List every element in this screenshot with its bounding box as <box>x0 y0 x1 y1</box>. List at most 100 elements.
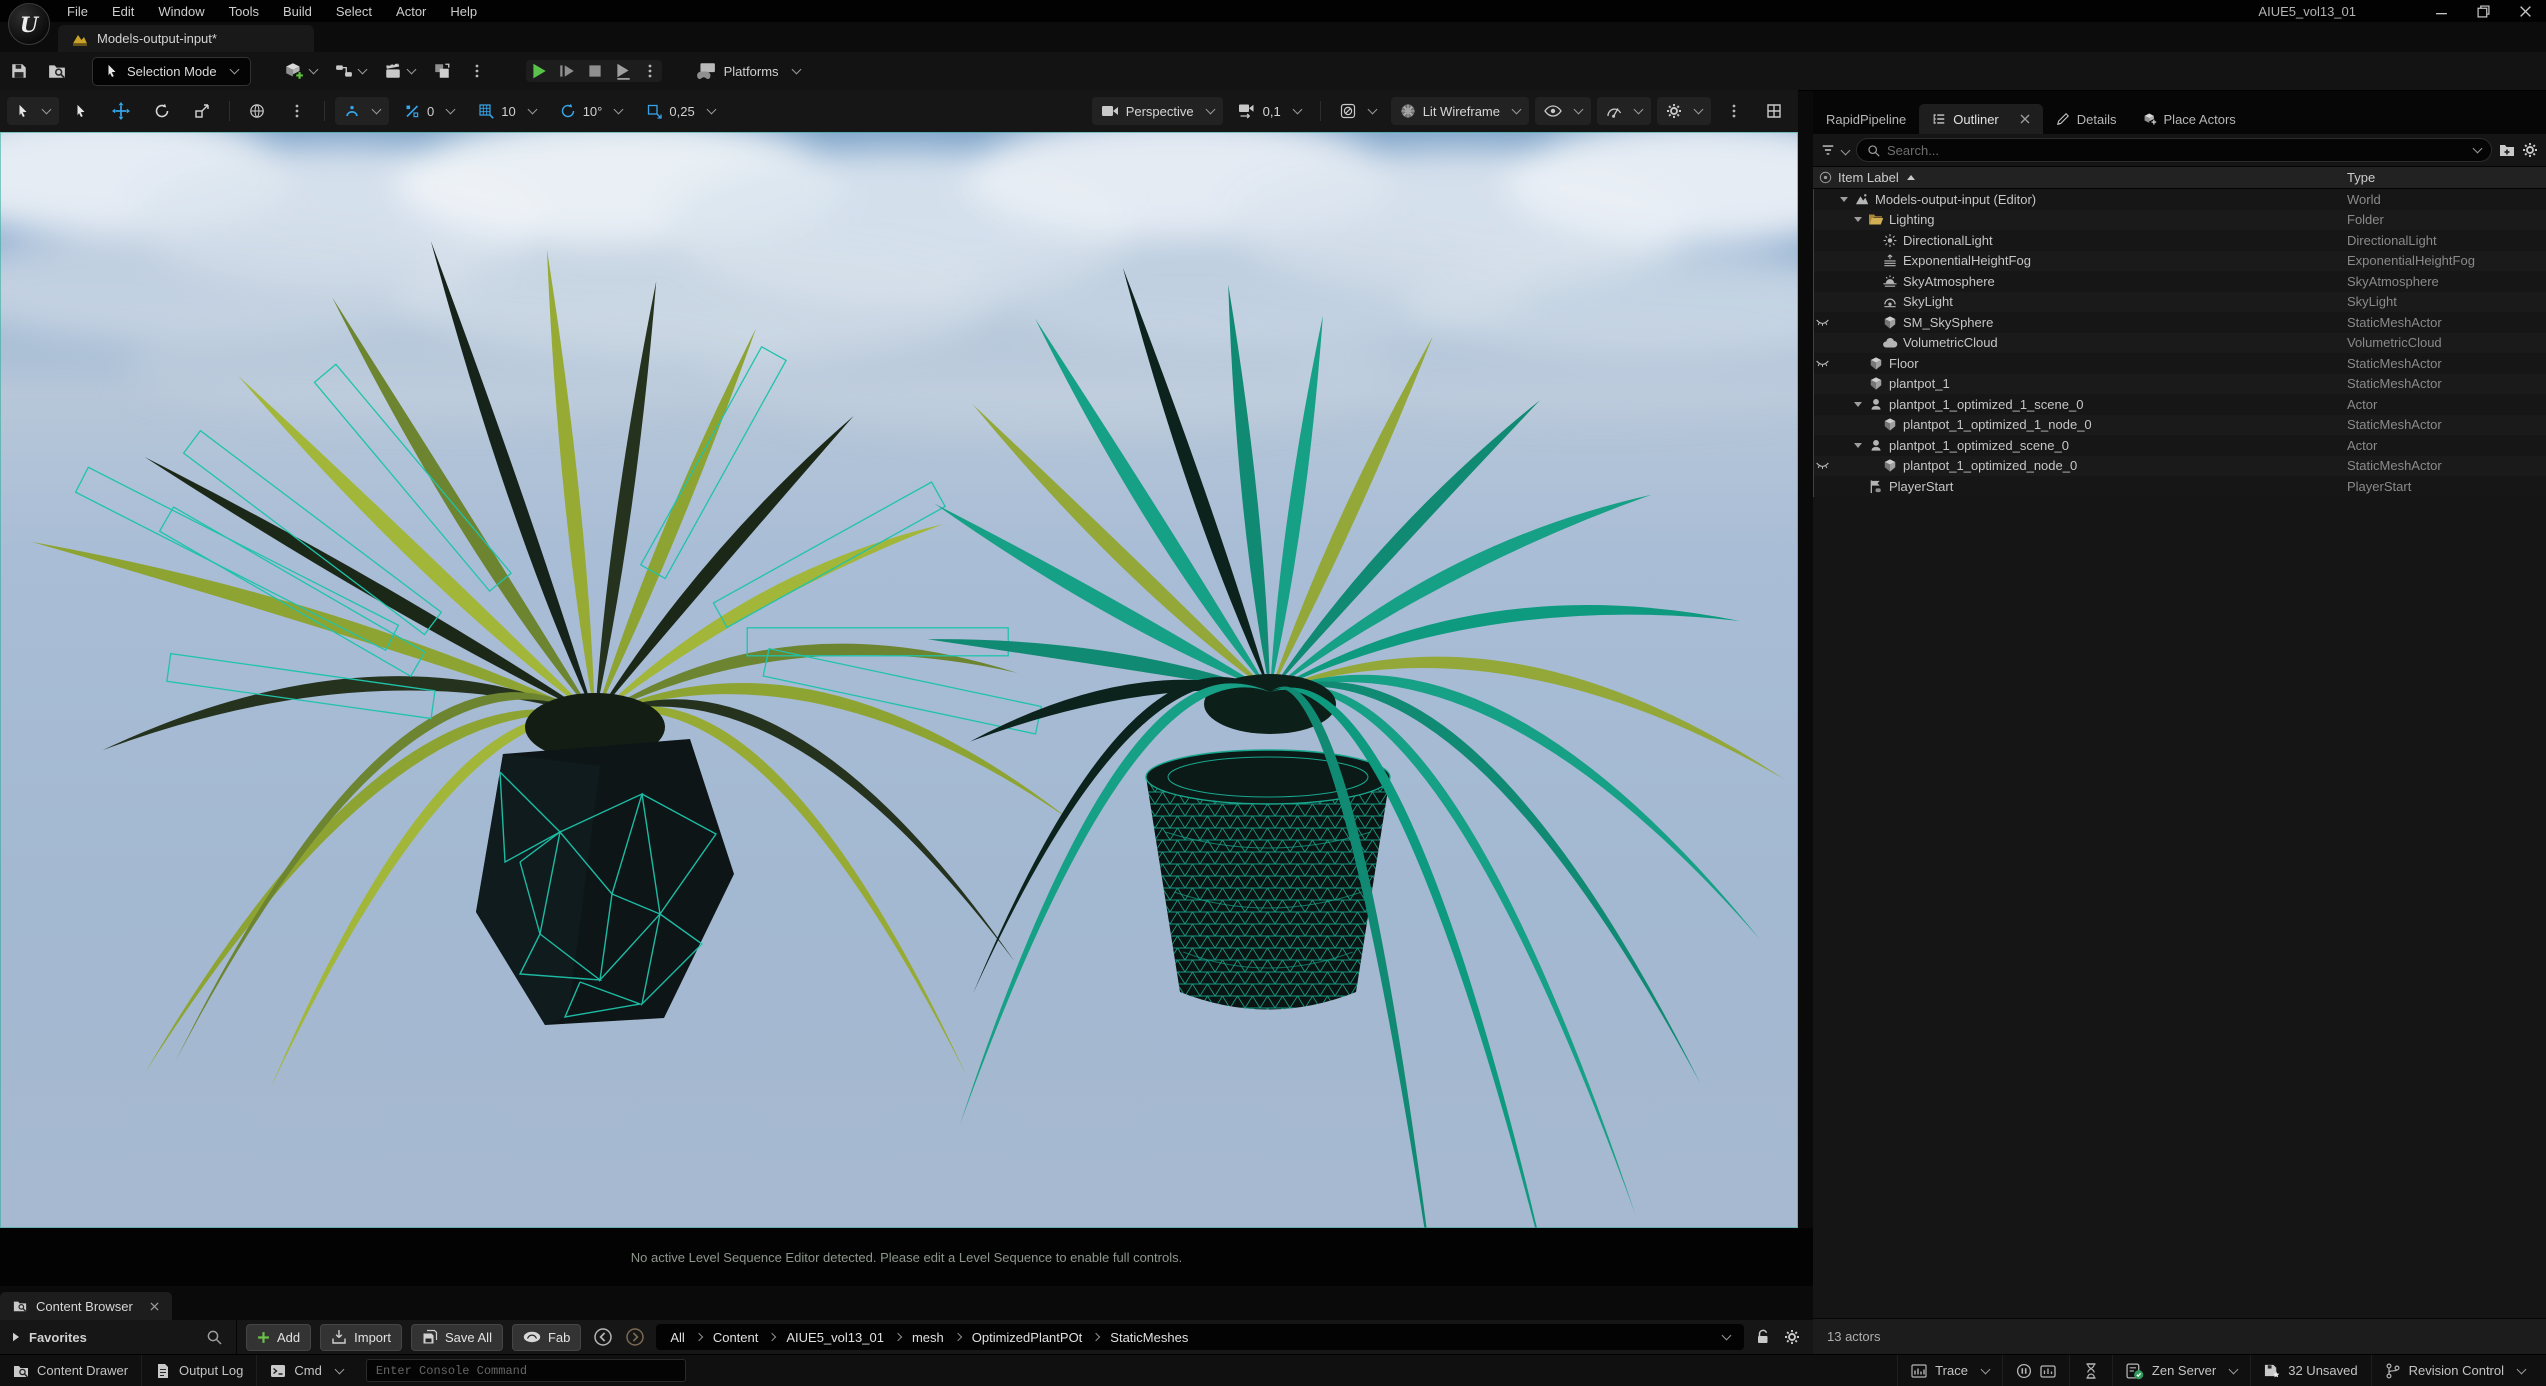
view-options-dropdown[interactable] <box>1331 97 1385 125</box>
viewport-overflow-button[interactable] <box>1717 97 1751 125</box>
breadcrumb-item[interactable]: OptimizedPlantPOt <box>972 1330 1083 1345</box>
expander-icon[interactable] <box>1854 402 1868 407</box>
zen-server-dropdown[interactable]: Zen Server <box>2112 1355 2250 1386</box>
play-button[interactable] <box>530 62 548 80</box>
trace-dropdown[interactable]: Trace <box>1897 1355 2002 1386</box>
visibility-column-icon[interactable] <box>1819 171 1832 184</box>
content-browser-tab[interactable]: Content Browser <box>0 1292 172 1320</box>
content-settings-gear-icon[interactable] <box>1784 1329 1800 1345</box>
panel-tab[interactable]: Outliner <box>1919 104 2043 134</box>
rotate-tool-button[interactable] <box>145 97 179 125</box>
content-drawer-button[interactable]: Content Drawer <box>0 1355 142 1386</box>
outliner-row[interactable]: plantpot_1_optimized_1_scene_0 Actor <box>1813 394 2546 415</box>
expander-icon[interactable] <box>1868 463 1882 468</box>
expander-icon[interactable] <box>1868 238 1882 243</box>
add-button[interactable]: Add <box>246 1324 311 1351</box>
breadcrumb-item[interactable]: AIUE5_vol13_01 <box>786 1330 884 1345</box>
path-dropdown-chevron-icon[interactable] <box>1722 1331 1732 1341</box>
show-flags-dropdown[interactable] <box>1535 97 1591 125</box>
outliner-settings-gear-icon[interactable] <box>2522 142 2538 158</box>
select-tool-button[interactable] <box>65 97 97 125</box>
menu-item[interactable]: Build <box>272 1 323 22</box>
breadcrumb-item[interactable]: All <box>670 1330 684 1345</box>
minimize-button[interactable] <box>2420 0 2462 22</box>
expander-icon[interactable] <box>1868 279 1882 284</box>
view-mode-dropdown[interactable]: Lit Wireframe <box>1391 97 1529 125</box>
menu-item[interactable]: Help <box>439 1 488 22</box>
revision-control-dropdown[interactable]: Revision Control <box>2371 1355 2538 1386</box>
expander-icon[interactable] <box>1868 340 1882 345</box>
insights-icon[interactable] <box>2040 1363 2056 1379</box>
grid-snap-dropdown[interactable]: 10 <box>469 97 544 125</box>
add-actor-button[interactable] <box>277 61 324 81</box>
level-tab[interactable]: Models-output-input* <box>58 25 314 52</box>
launch-button[interactable] <box>614 62 632 80</box>
outliner-row[interactable]: plantpot_1 StaticMeshActor <box>1813 374 2546 395</box>
restore-button[interactable] <box>2462 0 2504 22</box>
outliner-row[interactable]: plantpot_1_optimized_node_0 StaticMeshAc… <box>1813 456 2546 477</box>
surface-snapping-dropdown[interactable] <box>335 97 389 125</box>
cinematics-button[interactable] <box>377 62 422 80</box>
menu-item[interactable]: Window <box>147 1 215 22</box>
save-all-button[interactable]: Save All <box>411 1324 503 1351</box>
outliner-row[interactable]: PlayerStart PlayerStart <box>1813 476 2546 497</box>
breadcrumb-item[interactable]: mesh <box>912 1330 944 1345</box>
platforms-dropdown[interactable]: Platforms <box>696 61 800 81</box>
type-column[interactable]: Type <box>2347 170 2375 185</box>
expander-icon[interactable] <box>1868 422 1882 427</box>
performance-dropdown[interactable] <box>1597 97 1651 125</box>
viewport-settings-dropdown[interactable] <box>1657 97 1711 125</box>
menu-item[interactable]: Actor <box>385 1 437 22</box>
scale-tool-button[interactable] <box>185 97 219 125</box>
camera-mode-dropdown[interactable]: Perspective <box>1092 97 1223 125</box>
outliner-row[interactable]: SM_SkySphere StaticMeshActor <box>1813 312 2546 333</box>
camera-speed-dropdown[interactable]: 0,1 <box>1229 97 1310 125</box>
close-tab-icon[interactable] <box>2020 114 2030 124</box>
close-button[interactable] <box>2504 0 2546 22</box>
close-tab-icon[interactable] <box>150 1302 159 1311</box>
menu-item[interactable]: Select <box>325 1 383 22</box>
outliner-row[interactable]: SkyLight SkyLight <box>1813 292 2546 313</box>
panel-tab[interactable]: RapidPipeline <box>1813 104 1919 134</box>
lock-icon[interactable] <box>1755 1329 1771 1345</box>
breadcrumb-item[interactable]: Content <box>713 1330 759 1345</box>
expander-icon[interactable] <box>1854 443 1868 448</box>
fab-button[interactable]: Fab <box>512 1324 581 1351</box>
blueprints-button[interactable] <box>328 62 373 80</box>
toolbar-overflow-button[interactable] <box>462 63 492 79</box>
expander-icon[interactable] <box>1854 381 1868 386</box>
panel-tab[interactable]: Details <box>2043 104 2130 134</box>
outliner-row[interactable]: Floor StaticMeshActor <box>1813 353 2546 374</box>
filter-icon[interactable] <box>1821 143 1835 157</box>
forward-button[interactable] <box>624 1327 645 1348</box>
console-input[interactable]: Enter Console Command <box>366 1359 686 1382</box>
outliner-row[interactable]: Models-output-input (Editor) World <box>1813 189 2546 210</box>
favorites-expander[interactable]: Favorites <box>0 1330 87 1345</box>
world-local-toggle[interactable] <box>240 97 274 125</box>
move-tool-button[interactable] <box>103 97 139 125</box>
outliner-row[interactable]: DirectionalLight DirectionalLight <box>1813 230 2546 251</box>
panel-tab[interactable]: Place Actors <box>2130 104 2249 134</box>
breadcrumb-item[interactable]: StaticMeshes <box>1110 1330 1188 1345</box>
viewport-3d[interactable] <box>0 132 1798 1228</box>
import-button[interactable]: Import <box>320 1324 402 1351</box>
stop-button[interactable] <box>586 62 604 80</box>
menu-item[interactable]: File <box>56 1 99 22</box>
background-tasks-button[interactable] <box>2069 1355 2112 1386</box>
skip-to-button[interactable] <box>558 62 576 80</box>
outliner-column-header[interactable]: Item Label Type <box>1813 166 2546 189</box>
transform-overflow-button[interactable] <box>280 97 314 125</box>
pause-circle-icon[interactable] <box>2016 1363 2032 1379</box>
menu-item[interactable]: Tools <box>218 1 270 22</box>
expander-icon[interactable] <box>1854 484 1868 489</box>
viewport-tool-dropdown[interactable] <box>7 97 59 125</box>
expander-icon[interactable] <box>1840 197 1854 202</box>
content-browser-button[interactable] <box>38 62 76 80</box>
editor-modes-button[interactable] <box>426 62 458 80</box>
scale-snap-dropdown[interactable]: 0,25 <box>637 97 723 125</box>
expander-icon[interactable] <box>1868 299 1882 304</box>
outliner-row[interactable]: VolumetricCloud VolumetricCloud <box>1813 333 2546 354</box>
rotation-snap-dropdown[interactable]: 10° <box>551 97 632 125</box>
outliner-row[interactable]: Lighting Folder <box>1813 210 2546 231</box>
output-log-button[interactable]: Output Log <box>142 1355 257 1386</box>
